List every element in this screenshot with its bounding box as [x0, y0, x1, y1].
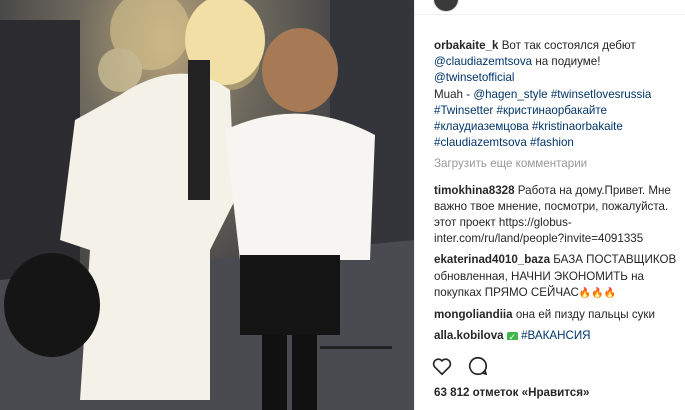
black-hat [4, 253, 100, 357]
caption: orbakaite_k Вот так состоялся дебют @cla… [434, 39, 652, 150]
comment: mongoliandiia она ей пизду пальцы суки [434, 308, 655, 322]
heart-outline-icon[interactable] [431, 355, 453, 377]
comment: alla.kobilova ✓ #ВАКАНСИЯ [434, 328, 679, 341]
check-emoji-icon: ✓ [506, 332, 518, 341]
fire-emoji: 🔥🔥🔥 [578, 287, 617, 299]
load-more-comments[interactable]: Загрузить еще комментарии [434, 156, 679, 172]
post-header [415, 0, 685, 15]
comment: timokhina8328 Работа на дому.Привет. Мне… [434, 183, 671, 246]
comments-list: orbakaite_k Вот так состоялся дебют @cla… [434, 38, 679, 345]
author-avatar[interactable] [433, 0, 459, 12]
likes-count[interactable]: 63 812 отметок «Нравится» [434, 386, 589, 399]
instagram-post: orbakaite_k Вот так состоялся дебют @cla… [0, 0, 685, 410]
post-actions [431, 355, 489, 379]
post-side-panel: orbakaite_k Вот так состоялся дебют @cla… [414, 0, 685, 410]
image-indicator [320, 346, 392, 349]
caption-author[interactable]: orbakaite_k [434, 39, 498, 52]
post-photo[interactable] [0, 0, 414, 410]
comment: ekaterinad4010_baza БАЗА ПОСТАВЩИКОВ обн… [434, 253, 677, 299]
comment-bubble-icon[interactable] [467, 355, 489, 377]
